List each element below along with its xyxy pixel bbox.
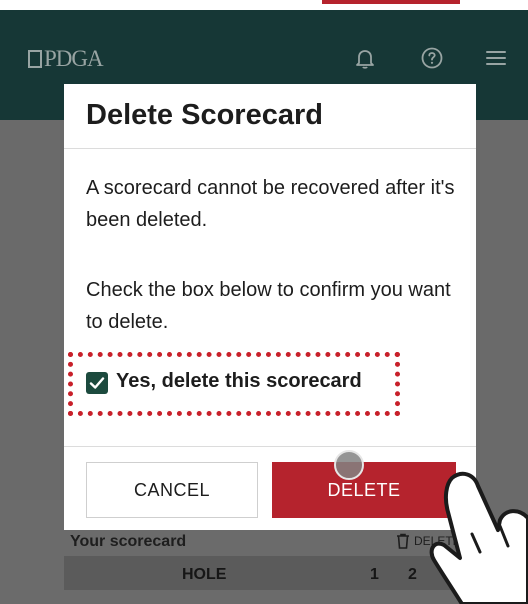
- scorecard-delete-link[interactable]: DELETE: [396, 533, 461, 549]
- dialog-title: Delete Scorecard: [86, 99, 323, 131]
- confirm-checkbox[interactable]: [86, 372, 108, 394]
- delete-button[interactable]: DELETE: [272, 462, 456, 518]
- touch-indicator: [334, 450, 364, 480]
- title-divider: [64, 148, 476, 149]
- bell-icon[interactable]: [353, 46, 377, 70]
- screenshot-frame: PDGA Your scorecard DELETE HOLE 1 2 3 De…: [0, 0, 528, 604]
- table-header-hole-1: 1: [370, 566, 379, 583]
- logo-text: PDGA: [44, 46, 104, 71]
- menu-icon[interactable]: [484, 46, 508, 70]
- table-header-hole-2: 2: [408, 566, 417, 583]
- dialog-message-confirm: Check the box below to confirm you want …: [86, 279, 451, 333]
- table-header-hole: HOLE: [182, 566, 227, 583]
- score-table-header: [64, 556, 528, 590]
- pdga-logo[interactable]: PDGA: [28, 46, 104, 72]
- help-icon[interactable]: [420, 46, 444, 70]
- trash-icon: [397, 533, 409, 549]
- confirm-checkbox-label[interactable]: Yes, delete this scorecard: [116, 370, 362, 393]
- delete-scorecard-dialog: Delete Scorecard A scorecard cannot be r…: [64, 84, 476, 530]
- footer-divider: [64, 446, 476, 447]
- top-red-strip: [322, 0, 460, 4]
- table-header-hole-3: 3: [446, 566, 455, 583]
- checkmark-icon: [89, 377, 105, 389]
- scorecard-delete-label: DELETE: [414, 534, 461, 548]
- scorecard-title: Your scorecard: [70, 533, 187, 550]
- pdga-logo-mark-icon: [28, 50, 42, 68]
- dialog-message-recover: A scorecard cannot be recovered after it…: [86, 177, 455, 231]
- cancel-button[interactable]: CANCEL: [86, 462, 258, 518]
